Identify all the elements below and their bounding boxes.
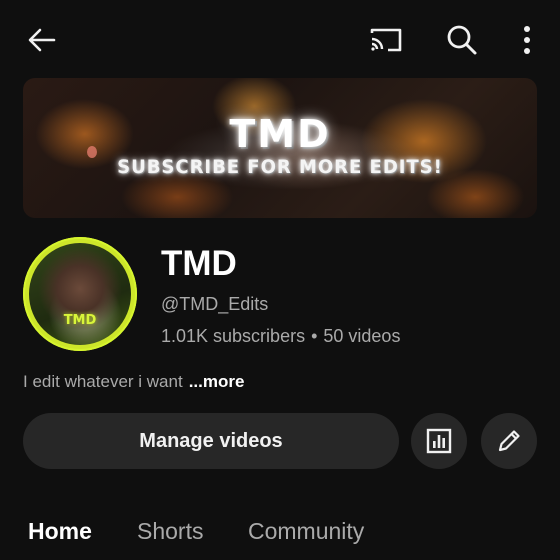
channel-stats: 1.01K subscribers • 50 videos — [161, 326, 400, 347]
channel-description[interactable]: I edit whatever i want ...more — [23, 372, 244, 392]
channel-handle: @TMD_Edits — [161, 294, 269, 314]
cast-button[interactable] — [364, 20, 408, 60]
cast-icon — [370, 28, 402, 52]
description-more-link[interactable]: ...more — [189, 372, 245, 391]
channel-name: TMD — [161, 244, 237, 283]
analytics-icon — [426, 428, 452, 454]
top-app-bar — [0, 0, 560, 80]
analytics-button[interactable] — [411, 413, 467, 469]
tab-home[interactable]: Home — [28, 518, 92, 545]
channel-banner[interactable]: TMD SUBSCRIBE FOR MORE EDITS! — [23, 78, 537, 218]
channel-tabs: Home Shorts Community — [0, 510, 560, 560]
video-count: 50 videos — [323, 326, 401, 346]
vertical-dots-icon — [524, 26, 530, 54]
search-icon — [447, 25, 477, 55]
banner-title: TMD — [229, 112, 331, 156]
back-button[interactable] — [22, 20, 62, 60]
arrow-left-icon — [28, 28, 56, 52]
banner-subtitle: SUBSCRIBE FOR MORE EDITS! — [117, 156, 443, 178]
tab-shorts[interactable]: Shorts — [137, 518, 203, 545]
more-options-button[interactable] — [510, 20, 544, 60]
stats-separator: • — [311, 326, 318, 346]
search-button[interactable] — [442, 20, 482, 60]
description-text: I edit whatever i want — [23, 372, 183, 391]
avatar-logo-text: TMD — [63, 313, 97, 328]
channel-avatar[interactable]: TMD — [23, 237, 137, 351]
tab-community[interactable]: Community — [248, 518, 364, 545]
manage-videos-button[interactable]: Manage videos — [23, 413, 399, 469]
subscriber-count: 1.01K subscribers — [161, 326, 306, 346]
avatar-image — [29, 243, 131, 345]
edit-channel-button[interactable] — [481, 413, 537, 469]
pencil-icon — [498, 430, 520, 452]
